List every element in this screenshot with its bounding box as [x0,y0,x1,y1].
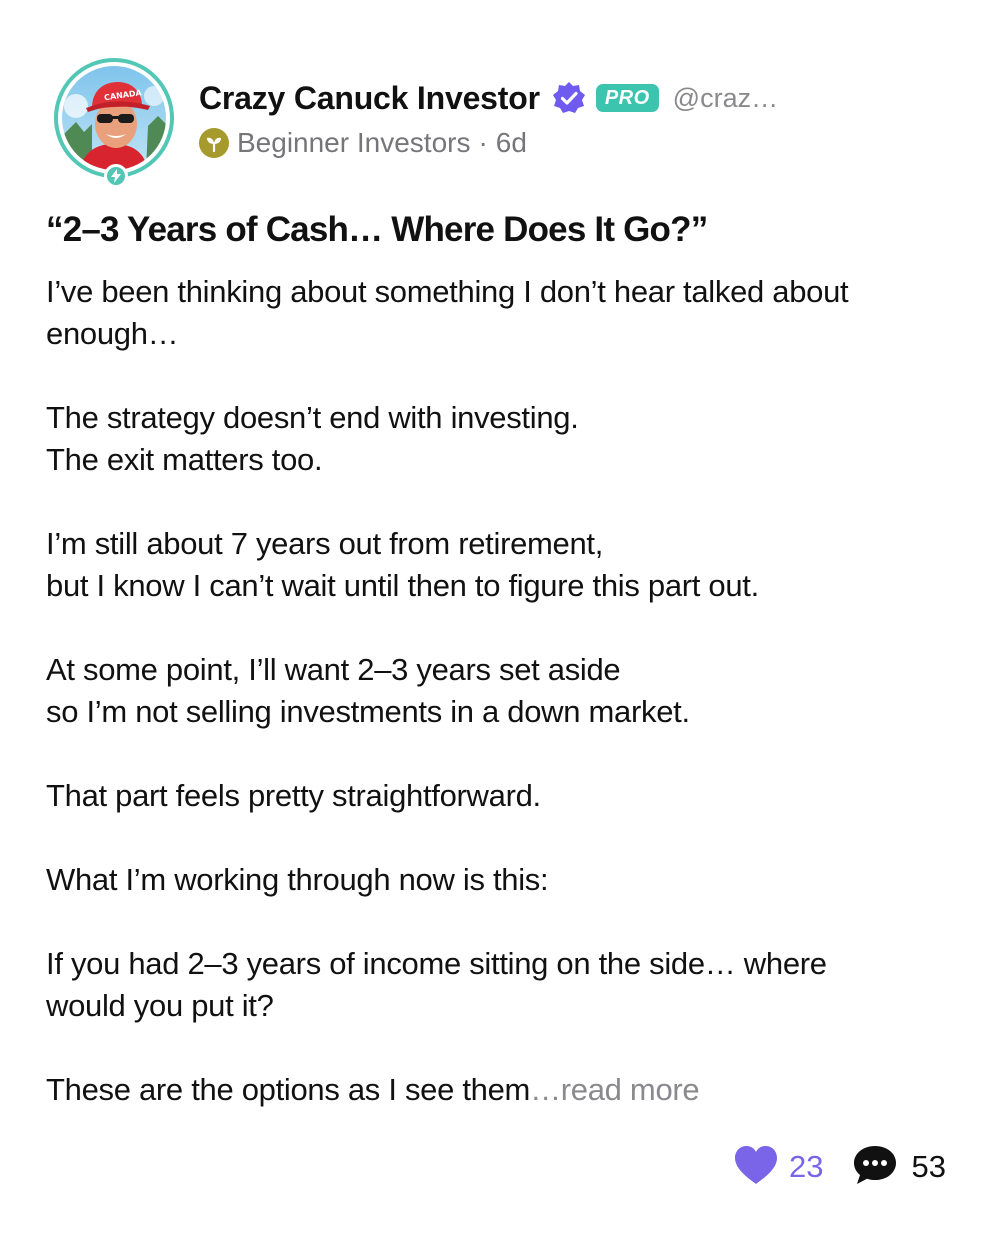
post-body[interactable]: I’ve been thinking about something I don… [46,271,946,1153]
post-paragraph-last: These are the options as I see them…read… [46,1069,946,1111]
post-paragraph: I’m still about 7 years out from retirem… [46,523,946,607]
post-title[interactable]: “2–3 Years of Cash… Where Does It Go?” [46,210,708,250]
sprout-icon [199,128,229,158]
post-line: would you put it? [46,988,274,1023]
like-count: 23 [789,1149,824,1184]
post-paragraph: That part feels pretty straightforward. [46,775,946,817]
read-more-link[interactable]: …read more [530,1072,700,1107]
post-line: I’m still about 7 years out from retirem… [46,526,604,561]
post-line: so I’m not selling investments in a down… [46,694,690,729]
post-meta: Beginner Investors · 6d [199,124,527,162]
avatar-photo: CANADA [62,66,166,170]
like-button[interactable]: 23 [733,1145,824,1190]
post-line: enough… [46,316,179,351]
post-paragraph: At some point, I’ll want 2–3 years set a… [46,649,946,733]
comment-button[interactable]: 53 [852,1144,946,1191]
meta-separator: · [478,127,488,158]
post-card: CANADA Crazy Canuck Investor PRO @craz… [0,0,992,1233]
post-last-line: These are the options as I see them [46,1072,531,1107]
avatar[interactable]: CANADA [54,58,174,188]
comment-count: 53 [911,1149,946,1184]
post-paragraph: What I’m working through now is this: [46,859,946,901]
post-line: These are the options as I see them…read… [46,1069,946,1111]
post-line: The exit matters too. [46,442,323,477]
post-line: At some point, I’ll want 2–3 years set a… [46,652,621,687]
post-line: That part feels pretty straightforward. [46,778,541,813]
post-line: I’ve been thinking about something I don… [46,274,849,309]
post-line: but I know I can’t wait until then to fi… [46,568,759,603]
author-row: Crazy Canuck Investor PRO @craz… [199,76,778,120]
chat-bubble-icon [852,1144,898,1191]
post-line: If you had 2–3 years of income sitting o… [46,946,827,981]
lightning-icon [104,164,128,188]
post-paragraph: If you had 2–3 years of income sitting o… [46,943,946,1027]
pro-badge: PRO [595,84,659,112]
post-actions: 23 53 [733,1144,946,1190]
post-paragraph: I’ve been thinking about something I don… [46,271,946,355]
verified-check-icon [552,81,586,115]
post-timestamp: 6d [495,127,527,158]
author-name[interactable]: Crazy Canuck Investor [199,80,540,117]
post-line: What I’m working through now is this: [46,862,549,897]
post-line: The strategy doesn’t end with investing. [46,400,579,435]
heart-icon [733,1145,779,1190]
post-paragraph: The strategy doesn’t end with investing.… [46,397,946,481]
community-link[interactable]: Beginner Investors [237,127,470,159]
author-handle[interactable]: @craz… [673,83,778,114]
